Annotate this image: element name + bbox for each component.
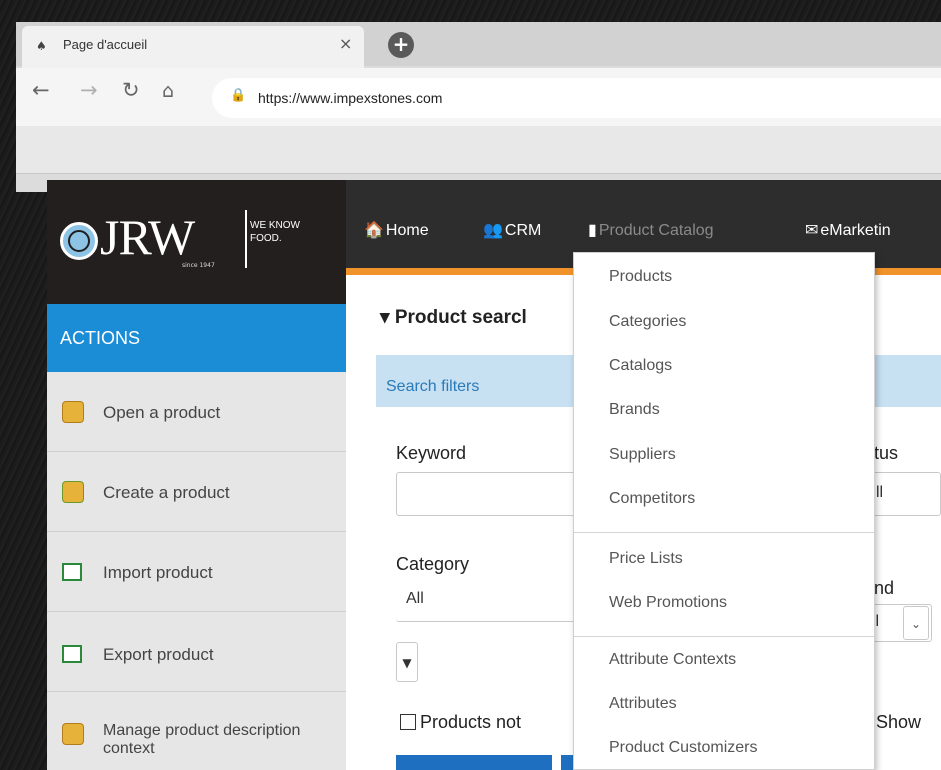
menu-item-categories[interactable]: Categories xyxy=(609,313,686,331)
tab-title: Page d'accueil xyxy=(63,37,148,52)
menu-separator xyxy=(574,636,874,637)
show-label: Show xyxy=(876,712,922,732)
search-filters-label: Search filters xyxy=(386,378,480,395)
nav-emarketing[interactable]: ✉ eMarketin xyxy=(805,220,891,240)
nav-home-label: Home xyxy=(385,222,429,239)
sidebar-item-label: Import product xyxy=(103,563,213,582)
menu-item-web-promotions[interactable]: Web Promotions xyxy=(609,594,727,612)
nav-crm[interactable]: 👥 CRM xyxy=(483,220,541,240)
people-icon: 👥 xyxy=(483,222,503,239)
products-not-checkbox[interactable] xyxy=(400,714,416,730)
forward-icon[interactable]: → xyxy=(80,78,98,102)
nav-home[interactable]: 🏠 Home xyxy=(364,220,429,240)
nav-crm-label: CRM xyxy=(504,222,542,239)
nav-emarketing-label: eMarketin xyxy=(820,222,891,239)
brand-label: nd xyxy=(874,578,895,598)
status-value: ll xyxy=(876,484,884,501)
menu-item-product-customizers[interactable]: Product Customizers xyxy=(609,739,758,757)
sidebar-item-label: Create a product xyxy=(103,483,230,502)
bookmarks-bar xyxy=(16,126,941,174)
favicon-icon: ♠ xyxy=(36,39,47,53)
excel-icon xyxy=(62,645,82,663)
url-text[interactable]: https://www.impexstones.com xyxy=(258,90,442,106)
products-not-label: Products not xyxy=(420,712,522,732)
excel-icon xyxy=(62,563,82,581)
sidebar-item-label: Open a product xyxy=(103,403,221,422)
menu-separator xyxy=(574,532,874,533)
lock-icon: 🔒 xyxy=(230,88,247,103)
status-label: tus xyxy=(874,443,899,463)
menu-item-attribute-contexts[interactable]: Attribute Contexts xyxy=(609,651,736,669)
box-icon xyxy=(62,401,84,423)
tab-close-icon[interactable]: × xyxy=(339,34,352,53)
sidebar-item-label: Export product xyxy=(103,645,214,664)
logo-since: since 1947 xyxy=(182,262,215,269)
menu-item-catalogs[interactable]: Catalogs xyxy=(609,357,672,375)
page-title-text: Product searcl xyxy=(394,307,527,328)
logo-seal-inner xyxy=(68,230,90,252)
keyword-label: Keyword xyxy=(396,443,467,463)
menu-item-brands[interactable]: Brands xyxy=(609,401,660,419)
logo-tagline: WE KNOW FOOD. xyxy=(250,220,300,244)
book-icon: ▮ xyxy=(588,222,597,239)
menu-item-products[interactable]: Products xyxy=(609,268,672,286)
keyword-input[interactable] xyxy=(396,472,578,516)
logo-divider xyxy=(245,210,247,268)
actions-label: ACTIONS xyxy=(60,328,141,348)
menu-item-suppliers[interactable]: Suppliers xyxy=(609,446,676,464)
box-settings-icon xyxy=(62,723,84,745)
menu-item-price-lists[interactable]: Price Lists xyxy=(609,550,683,568)
category-label: Category xyxy=(396,554,470,574)
box-add-icon xyxy=(62,481,84,503)
home-icon: 🏠 xyxy=(364,222,384,239)
nav-product-catalog[interactable]: ▮ Product Catalog xyxy=(588,220,714,240)
home-icon[interactable]: ⌂ xyxy=(162,80,174,102)
reload-icon[interactable]: ↻ xyxy=(122,78,140,102)
logo-text: JRW xyxy=(100,209,195,265)
category-value: All xyxy=(406,590,424,607)
brand-dropdown-arrow-icon[interactable]: ⌄ xyxy=(903,606,929,640)
back-icon[interactable]: ← xyxy=(32,78,50,102)
new-tab-button[interactable]: + xyxy=(388,32,414,58)
sidebar-item-label: Manage product description context xyxy=(103,722,301,757)
page-title[interactable]: ▾ Product searcl xyxy=(380,306,527,329)
dropdown-toggle-button[interactable]: ▼ xyxy=(396,642,418,682)
menu-item-competitors[interactable]: Competitors xyxy=(609,490,695,508)
envelope-icon: ✉ xyxy=(805,222,819,239)
nav-product-catalog-label: Product Catalog xyxy=(598,222,714,239)
menu-item-attributes[interactable]: Attributes xyxy=(609,695,677,713)
search-button[interactable] xyxy=(396,755,552,770)
